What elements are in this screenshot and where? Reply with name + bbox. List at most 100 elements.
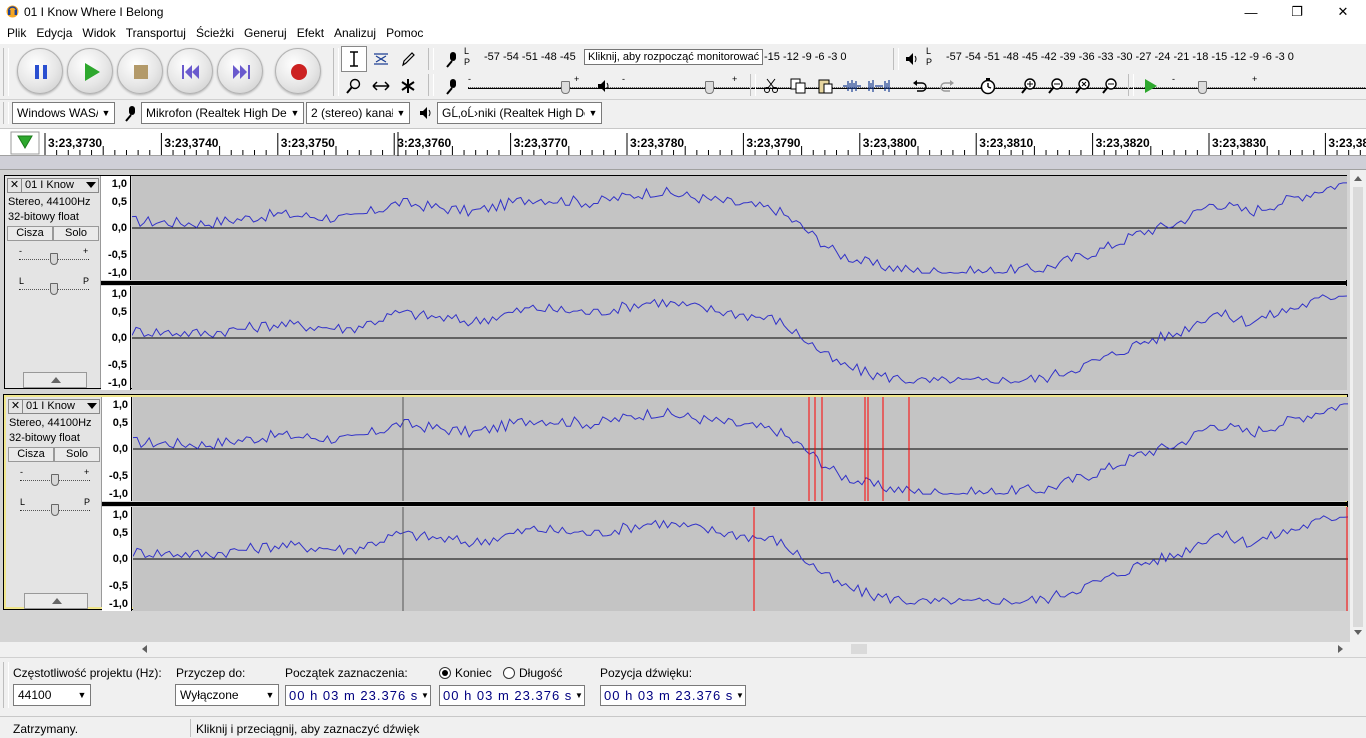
fit-selection-button[interactable]: [1070, 73, 1096, 99]
silence-button[interactable]: [866, 73, 892, 99]
waveform-channel[interactable]: [132, 176, 1347, 280]
track-control-panel[interactable]: ✕ 01 I Know Stereo, 44100Hz 32-bitowy float…: [6, 397, 102, 609]
draw-tool[interactable]: [395, 46, 421, 72]
menu-plik[interactable]: Plik: [2, 24, 31, 44]
horizontal-scrollbar[interactable]: [138, 642, 1350, 656]
audio-position-time[interactable]: 00 h 03 m 23.376 s ▼: [600, 685, 746, 706]
recording-device-select[interactable]: Mikrofon (Realtek High De ▼: [141, 102, 304, 124]
time-shift-tool[interactable]: [368, 73, 394, 99]
copy-button[interactable]: [785, 73, 811, 99]
selection-toolbar-grip[interactable]: [3, 662, 9, 708]
pan-thumb[interactable]: [51, 504, 59, 516]
end-radio-label: Koniec: [455, 666, 492, 680]
cut-button[interactable]: [758, 73, 784, 99]
record-volume-slider[interactable]: [468, 81, 1366, 95]
play-at-speed-grip[interactable]: [1128, 74, 1134, 96]
menu-edycja[interactable]: Edycja: [31, 24, 77, 44]
solo-button[interactable]: Solo: [53, 226, 99, 241]
project-rate-select[interactable]: 44100 ▼: [13, 684, 91, 706]
collapse-track-button[interactable]: [23, 372, 87, 388]
transport-toolbar-grip[interactable]: [3, 48, 9, 96]
close-track-icon[interactable]: ✕: [8, 179, 22, 192]
gain-slider[interactable]: [20, 473, 90, 487]
play-speed-slider[interactable]: [1172, 81, 1366, 95]
playback-volume-thumb[interactable]: [705, 81, 714, 94]
gain-thumb[interactable]: [51, 474, 59, 486]
play-meter-button[interactable]: [899, 46, 925, 72]
paste-button[interactable]: [812, 73, 838, 99]
play-speed-thumb[interactable]: [1198, 81, 1207, 94]
record-meter-grip[interactable]: [428, 48, 434, 70]
record-button[interactable]: [275, 48, 321, 94]
menu-sciezki[interactable]: Ścieżki: [191, 24, 239, 44]
edit-toolbar-grip[interactable]: [750, 74, 756, 96]
undo-button[interactable]: [907, 73, 933, 99]
envelope-tool[interactable]: [368, 46, 394, 72]
skip-to-end-button[interactable]: [217, 48, 263, 94]
menu-efekt[interactable]: Efekt: [292, 24, 329, 44]
selection-end-time[interactable]: 00 h 03 m 23.376 s ▼: [439, 685, 585, 706]
redo-button[interactable]: [934, 73, 960, 99]
tools-toolbar-grip[interactable]: [333, 48, 339, 96]
vertical-scrollbar[interactable]: [1350, 170, 1366, 642]
playback-device-select[interactable]: GĹ‚oĹ›niki (Realtek High De ▼: [437, 102, 602, 124]
paste-icon: [818, 79, 833, 94]
menu-widok[interactable]: Widok: [77, 24, 120, 44]
length-radio[interactable]: [503, 667, 515, 679]
record-volume-thumb[interactable]: [561, 81, 570, 94]
track-name-menu[interactable]: ✕ 01 I Know: [8, 399, 100, 414]
audio-track[interactable]: ✕ 01 I Know Stereo, 44100Hz 32-bitowy float…: [3, 394, 1348, 611]
trim-button[interactable]: [839, 73, 865, 99]
close-track-icon[interactable]: ✕: [9, 400, 23, 413]
mute-button[interactable]: Cisza: [8, 447, 54, 462]
track-name-menu[interactable]: ✕ 01 I Know: [7, 178, 99, 193]
audio-track[interactable]: ✕ 01 I Know Stereo, 44100Hz 32-bitowy float…: [4, 175, 1347, 390]
record-meter-button[interactable]: [438, 46, 464, 72]
pan-thumb[interactable]: [50, 283, 58, 295]
vertical-amplitude-ruler[interactable]: 1,0 0,5 0,0 -0,5 -1,0: [102, 397, 132, 501]
recording-channels-select[interactable]: 2 (stereo) kanały ▼: [306, 102, 410, 124]
selection-start-time[interactable]: 00 h 03 m 23.376 s ▼: [285, 685, 431, 706]
stop-button[interactable]: [117, 48, 163, 94]
menu-pomoc[interactable]: Pomoc: [381, 24, 428, 44]
close-button[interactable]: ✕: [1320, 0, 1366, 24]
menu-generuj[interactable]: Generuj: [239, 24, 292, 44]
end-radio[interactable]: [439, 667, 451, 679]
play-button[interactable]: [67, 48, 113, 94]
minimize-button[interactable]: —: [1228, 0, 1274, 24]
restore-button[interactable]: ❐: [1274, 0, 1320, 24]
vertical-amplitude-ruler[interactable]: 1,0 0,5 0,0 -0,5 -1,0: [102, 507, 132, 611]
pan-slider[interactable]: [19, 282, 89, 296]
track-control-panel[interactable]: ✕ 01 I Know Stereo, 44100Hz 32-bitowy float…: [5, 176, 101, 388]
pan-slider[interactable]: [20, 503, 90, 517]
gain-thumb[interactable]: [50, 253, 58, 265]
zoom-out-button[interactable]: [1043, 73, 1069, 99]
zoom-tool[interactable]: [341, 73, 367, 99]
menu-analizuj[interactable]: Analizuj: [329, 24, 381, 44]
timeline-ruler[interactable]: 3:23,3730 3:23,3740 3:23,3750 3:23,3760 3:23…: [0, 128, 1366, 156]
collapse-track-button[interactable]: [24, 593, 88, 609]
solo-button[interactable]: Solo: [54, 447, 100, 462]
fit-project-button[interactable]: [1097, 73, 1123, 99]
multi-tool[interactable]: [395, 73, 421, 99]
mixer-toolbar-grip[interactable]: [428, 74, 434, 96]
waveform-channel[interactable]: [133, 507, 1348, 611]
gain-slider[interactable]: [19, 252, 89, 266]
zoom-in-button[interactable]: [1016, 73, 1042, 99]
vertical-amplitude-ruler[interactable]: 1,0 0,5 0,0 -0,5 -1,0: [101, 286, 131, 390]
waveform-channel[interactable]: [132, 286, 1347, 390]
audio-host-select[interactable]: Windows WAS/ ▼: [12, 102, 115, 124]
mute-button[interactable]: Cisza: [7, 226, 53, 241]
waveform-channel[interactable]: [133, 397, 1348, 501]
vertical-amplitude-ruler[interactable]: 1,0 0,5 0,0 -0,5 -1,0: [101, 176, 131, 280]
menu-transportuj[interactable]: Transportuj: [121, 24, 191, 44]
selection-tool[interactable]: [341, 46, 367, 72]
skip-to-start-button[interactable]: [167, 48, 213, 94]
pause-button[interactable]: [17, 48, 63, 94]
ruler-scrub-strip[interactable]: [0, 156, 1366, 170]
play-at-speed-button[interactable]: [1137, 73, 1163, 99]
sync-lock-button[interactable]: [975, 73, 1001, 99]
snap-to-select[interactable]: Wyłączone ▼: [175, 684, 279, 706]
device-toolbar-grip[interactable]: [3, 102, 9, 124]
playback-volume-slider[interactable]: [622, 81, 1366, 95]
